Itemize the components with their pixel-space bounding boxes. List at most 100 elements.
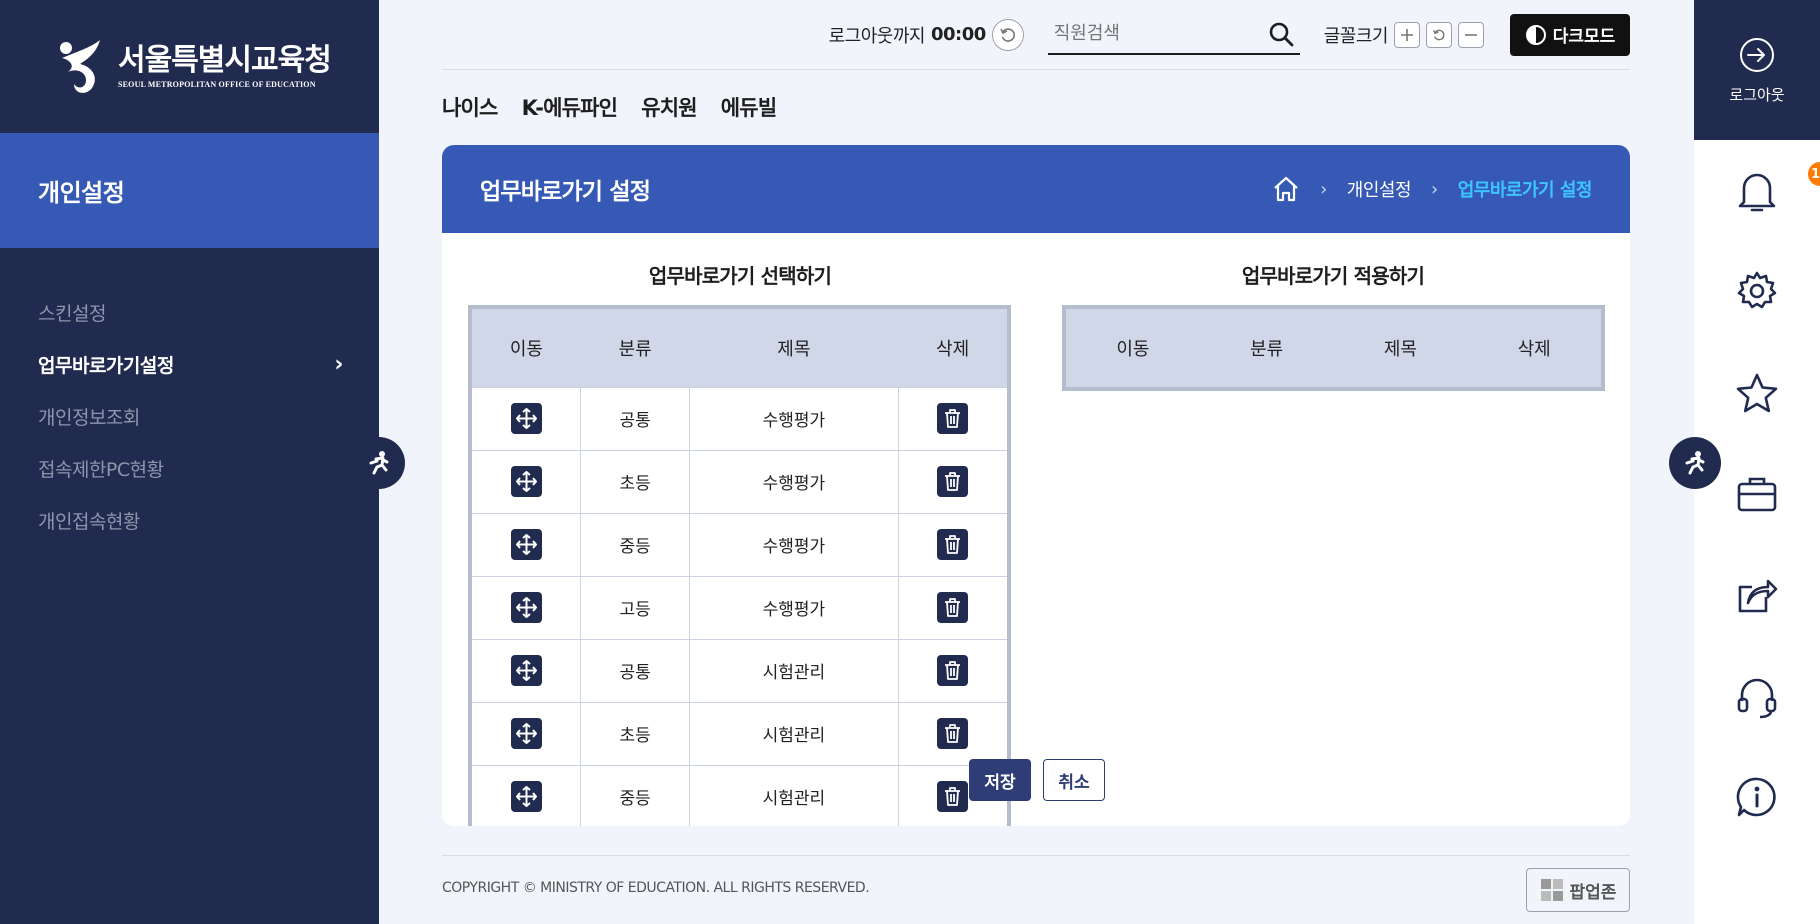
sidebar-item-personal-info[interactable]: 개인정보조회 (0, 390, 379, 442)
move-cell (472, 512, 582, 577)
logo-mark-icon (60, 39, 100, 93)
breadcrumb-item[interactable]: 개인설정 (1347, 176, 1412, 202)
tab-k-edufine[interactable]: K-에듀파인 (522, 92, 618, 122)
sidebar-item-skin[interactable]: 스킨설정 (0, 286, 379, 338)
popup-zone-label: 팝업존 (1569, 882, 1617, 903)
category-cell: 공통 (580, 638, 690, 703)
tab-edubill[interactable]: 에듀빌 (721, 92, 777, 122)
sidebar-title: 개인설정 (0, 133, 379, 248)
delete-cell (897, 512, 1007, 577)
category-cell: 초등 (580, 449, 690, 514)
title-cell: 시험관리 (689, 764, 899, 826)
title-cell: 수행평가 (689, 512, 899, 577)
column-header: 이동 (1066, 309, 1200, 387)
move-icon[interactable] (510, 592, 542, 623)
sidebar-item-label: 업무바로가기설정 (38, 354, 174, 377)
table-row: 공통 수행평가 (472, 386, 1007, 451)
move-cell (472, 764, 582, 826)
trash-icon[interactable] (937, 403, 969, 434)
category-cell: 초등 (580, 701, 690, 766)
title-cell: 수행평가 (689, 449, 899, 514)
panel-header: 업무바로가기 설정 › 개인설정 › 업무바로가기 설정 (442, 145, 1630, 233)
top-bar: 로그아웃까지 00:00 글꼴크기 다크모드 (442, 0, 1630, 70)
logout-timer-label: 로그아웃까지 (828, 25, 926, 47)
gear-icon (1737, 271, 1777, 309)
table-row: 중등 시험관리 (472, 764, 1007, 826)
grid-icon (1540, 879, 1563, 901)
delete-cell (897, 386, 1007, 451)
notification-button[interactable]: 10 (1694, 162, 1820, 218)
move-icon[interactable] (510, 403, 542, 434)
font-reset-button[interactable] (1426, 21, 1452, 48)
move-icon[interactable] (510, 529, 542, 560)
employee-search (1047, 15, 1300, 55)
logout-timer: 로그아웃까지 00:00 (828, 18, 1024, 51)
share-button[interactable] (1694, 575, 1820, 615)
dark-mode-label: 다크모드 (1552, 27, 1616, 47)
move-cell (472, 386, 582, 451)
move-cell (472, 449, 582, 514)
column-header: 분류 (1199, 309, 1334, 387)
move-icon[interactable] (510, 655, 542, 686)
sidebar-item-label: 접속제한PC현황 (38, 458, 164, 481)
font-increase-button[interactable] (1394, 21, 1420, 48)
breadcrumb: › 개인설정 › 업무바로가기 설정 (1272, 176, 1593, 202)
popup-zone-button[interactable]: 팝업존 (1526, 868, 1630, 912)
breadcrumb-current: 업무바로가기 설정 (1457, 180, 1593, 201)
select-table-title: 업무바로가기 선택하기 (648, 264, 832, 288)
notification-badge: 10 (1808, 162, 1820, 186)
share-icon (1738, 579, 1778, 613)
contrast-icon (1525, 24, 1546, 45)
logo-korean: 서울특별시교육청 (118, 43, 332, 78)
quick-menu-toggle-button[interactable] (1669, 437, 1721, 489)
sidebar-item-shortcut-settings[interactable]: 업무바로가기설정 › (0, 338, 379, 390)
delete-cell (897, 701, 1007, 766)
cancel-button[interactable]: 취소 (1043, 759, 1105, 801)
font-size-control: 글꼴크기 (1324, 21, 1484, 48)
save-button[interactable]: 저장 (969, 759, 1031, 801)
tab-neis[interactable]: 나이스 (442, 92, 498, 122)
service-tabs: 나이스 K-에듀파인 유치원 에듀빌 (442, 92, 777, 122)
font-decrease-button[interactable] (1458, 21, 1484, 48)
title-cell: 수행평가 (689, 575, 899, 640)
trash-icon[interactable] (937, 529, 969, 560)
column-header: 제목 (1333, 309, 1468, 387)
table-row: 공통 시험관리 (472, 638, 1007, 703)
home-icon[interactable] (1272, 176, 1300, 202)
search-input[interactable] (1053, 23, 1254, 44)
trash-icon[interactable] (937, 781, 969, 812)
dark-mode-button[interactable]: 다크모드 (1510, 13, 1630, 56)
info-icon (1736, 777, 1776, 817)
sidebar-item-label: 스킨설정 (38, 302, 106, 325)
move-cell (472, 638, 582, 703)
move-cell (472, 575, 582, 640)
favorites-button[interactable] (1694, 372, 1820, 414)
category-cell: 중등 (580, 764, 690, 826)
chevron-right-icon: › (1320, 178, 1327, 200)
delete-cell (897, 575, 1007, 640)
column-header: 삭제 (1467, 309, 1601, 387)
settings-button[interactable] (1694, 270, 1820, 312)
move-icon[interactable] (510, 781, 542, 812)
move-icon[interactable] (510, 466, 542, 497)
search-icon[interactable] (1268, 21, 1294, 47)
trash-icon[interactable] (937, 655, 969, 686)
trash-icon[interactable] (937, 592, 969, 623)
support-button[interactable] (1694, 675, 1820, 719)
apply-table-title: 업무바로가기 적용하기 (1241, 264, 1425, 288)
info-button[interactable] (1694, 776, 1820, 818)
extend-session-button[interactable] (991, 18, 1024, 51)
table-row: 초등 시험관리 (472, 701, 1007, 766)
sidebar-item-access-status[interactable]: 개인접속현황 (0, 494, 379, 546)
page-title: 업무바로가기 설정 (480, 179, 651, 205)
tab-kindergarten[interactable]: 유치원 (641, 92, 697, 122)
trash-icon[interactable] (937, 718, 969, 749)
apply-table: 이동 분류 제목 삭제 (1062, 305, 1605, 391)
select-table-body: 공통 수행평가 초등 수행평가 중등 수행평가 고등 수행평가 공통 시험관리 초등 시험관리 중등 시험… (472, 386, 1007, 826)
runner-icon (1685, 451, 1705, 475)
trash-icon[interactable] (937, 466, 969, 497)
sidebar-item-restricted-pc[interactable]: 접속제한PC현황 (0, 442, 379, 494)
logout-button[interactable]: 로그아웃 (1694, 0, 1820, 140)
move-icon[interactable] (510, 718, 542, 749)
logo[interactable]: 서울특별시교육청 SEOUL METROPOLITAN OFFICE OF ED… (0, 0, 379, 133)
